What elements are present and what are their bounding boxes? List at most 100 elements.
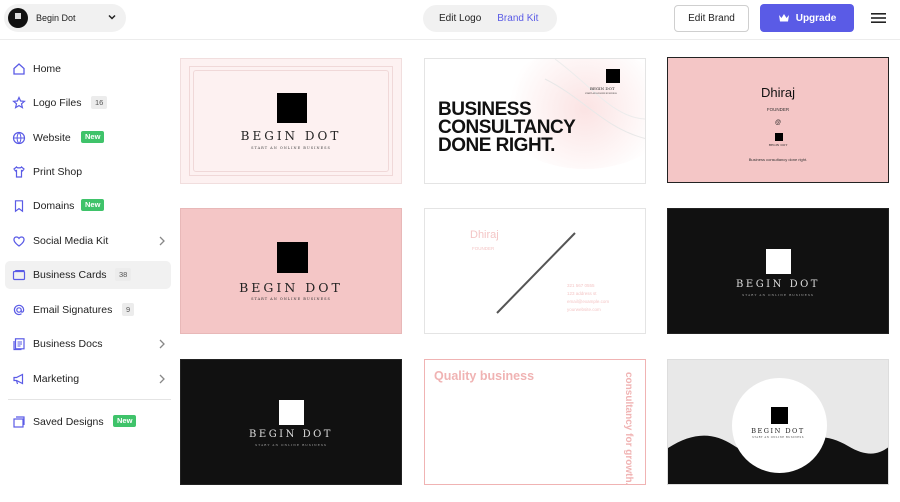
business-card-template[interactable]: BEGIN DOT START AN ONLINE BUSINESS	[180, 58, 402, 184]
editor-tab-switch: Edit Logo Brand Kit	[423, 5, 557, 32]
sidebar-item-website[interactable]: Website New	[5, 124, 171, 152]
saved-icon	[13, 416, 25, 428]
sidebar-item-label: Saved Designs	[33, 416, 104, 428]
logo-mark	[766, 249, 791, 274]
diagonal-line	[496, 232, 576, 314]
count-badge: 38	[115, 268, 132, 281]
business-card-template[interactable]: Quality business consultancy for growth.	[424, 359, 646, 485]
at-icon	[13, 304, 25, 316]
vertical-text-holder: consultancy for growth.	[622, 372, 634, 485]
tab-brand-kit[interactable]: Brand Kit	[489, 13, 546, 24]
business-card-template[interactable]: BEGIN DOT START AN ONLINE BUSINESS	[180, 208, 402, 334]
upgrade-label: Upgrade	[795, 12, 837, 24]
wordmark-tiny: BEGIN DOT	[768, 143, 788, 147]
sidebar-item-business-docs[interactable]: Business Docs	[5, 330, 171, 358]
menu-icon[interactable]	[871, 12, 886, 24]
wordmark: BEGIN DOT	[736, 279, 820, 290]
brand-name: Begin Dot	[36, 13, 76, 23]
sidebar-divider	[8, 399, 171, 400]
logo-mark	[771, 407, 788, 424]
contact-line: 123 address st	[567, 291, 597, 296]
heart-icon	[13, 236, 25, 247]
contact-line: yourwebsite.com	[567, 307, 601, 312]
edit-brand-button[interactable]: Edit Brand	[674, 5, 749, 32]
at-symbol: @	[774, 120, 782, 126]
top-header: Begin Dot Edit Logo Brand Kit Edit Brand…	[0, 0, 900, 40]
tagline: START AN ONLINE BUSINESS	[251, 146, 331, 150]
bookmark-icon	[14, 200, 24, 213]
business-card-template[interactable]: Dhiraj FOUNDER 321 567 0555 123 address …	[424, 208, 646, 334]
sidebar-item-logo-files[interactable]: Logo Files 16	[5, 89, 171, 117]
headline: BUSINESS CONSULTANCY DONE RIGHT.	[438, 100, 576, 156]
tagline: START AN ONLINE BUSINESS	[255, 443, 327, 447]
sidebar-nav: Home Logo Files 16 Website New Print Sho…	[0, 40, 176, 502]
person-title: FOUNDER	[766, 107, 790, 112]
card-icon	[12, 270, 26, 281]
sidebar-item-label: Business Docs	[33, 338, 103, 350]
home-icon	[13, 63, 25, 75]
contact-line: 321 567 0555	[567, 283, 595, 288]
chevron-right-icon	[159, 236, 165, 246]
sidebar-item-marketing[interactable]: Marketing	[5, 365, 171, 393]
sidebar-item-saved-designs[interactable]: Saved Designs New	[5, 408, 171, 436]
sidebar-item-label: Home	[33, 63, 62, 75]
business-card-template[interactable]: BEGIN DOT START AN ONLINE BUSINESS	[180, 359, 402, 485]
globe-icon	[12, 131, 26, 145]
count-badge: 16	[91, 96, 108, 109]
sidebar-item-label: Social Media Kit	[33, 235, 109, 247]
business-card-template[interactable]: BEGIN DOT START AN ONLINE BUSINESS BUSIN…	[424, 58, 646, 184]
sidebar-item-label: Website	[33, 132, 71, 144]
logo-mark	[606, 69, 620, 83]
chevron-right-icon	[159, 339, 165, 349]
white-circle	[732, 378, 827, 473]
tagline-small: START AN ONLINE BUSINESS	[585, 93, 617, 95]
headline-line: DONE RIGHT.	[438, 135, 555, 156]
brand-selector[interactable]: Begin Dot	[4, 4, 126, 32]
new-badge: New	[113, 415, 137, 427]
sidebar-item-label: Marketing	[33, 373, 80, 385]
person-name: Dhiraj	[761, 85, 795, 100]
footer-line: Business consultancy done right.	[748, 157, 808, 162]
sidebar-item-home[interactable]: Home	[5, 55, 171, 83]
shirt-icon	[13, 166, 25, 178]
logo-mark	[279, 400, 304, 425]
wordmark-small: BEGIN DOT	[590, 86, 615, 91]
business-card-template[interactable]: BEGIN DOT START AN ONLINE BUSINESS	[667, 359, 889, 485]
business-card-template[interactable]: Dhiraj FOUNDER @ BEGIN DOT Business cons…	[667, 57, 889, 183]
logo-mark	[775, 133, 783, 141]
wordmark: BEGIN DOT	[751, 427, 805, 435]
sidebar-item-social-media-kit[interactable]: Social Media Kit	[5, 227, 171, 255]
logo-mark	[277, 242, 308, 273]
logo-mark	[277, 93, 307, 123]
crown-icon	[778, 14, 789, 22]
sidebar-item-domains[interactable]: Domains New	[5, 192, 171, 220]
sidebar-item-business-cards[interactable]: Business Cards 38	[5, 261, 171, 289]
contact-info: 321 567 0555 123 address st email@exampl…	[567, 282, 609, 314]
sidebar-item-print-shop[interactable]: Print Shop	[5, 158, 171, 186]
contact-line: email@example.com	[567, 299, 610, 304]
sidebar-item-email-signatures[interactable]: Email Signatures 9	[5, 296, 171, 324]
vertical-text: consultancy for growth.	[623, 372, 634, 485]
chevron-right-icon	[159, 374, 165, 384]
business-card-template[interactable]: BEGIN DOT START AN ONLINE BUSINESS	[667, 208, 889, 334]
new-badge: New	[81, 199, 105, 211]
chevron-down-icon	[108, 14, 116, 20]
sidebar-item-label: Logo Files	[33, 97, 82, 109]
sidebar-item-label: Print Shop	[33, 166, 83, 178]
wordmark: BEGIN DOT	[239, 280, 343, 295]
sidebar-item-label: Email Signatures	[33, 304, 113, 316]
quality-text: Quality business	[434, 369, 535, 383]
wordmark: BEGIN DOT	[249, 429, 333, 440]
brand-logo	[8, 8, 28, 28]
tagline: START AN ONLINE BUSINESS	[752, 436, 804, 439]
tagline: START AN ONLINE BUSINESS	[251, 297, 331, 301]
upgrade-button[interactable]: Upgrade	[760, 4, 854, 32]
megaphone-icon	[13, 373, 24, 385]
docs-icon	[13, 338, 25, 351]
sidebar-item-label: Domains	[33, 200, 75, 212]
tagline: START AN ONLINE BUSINESS	[742, 293, 814, 297]
star-icon	[12, 96, 26, 109]
new-badge: New	[81, 131, 105, 143]
wordmark: BEGIN DOT	[240, 129, 342, 143]
tab-edit-logo[interactable]: Edit Logo	[431, 13, 489, 24]
